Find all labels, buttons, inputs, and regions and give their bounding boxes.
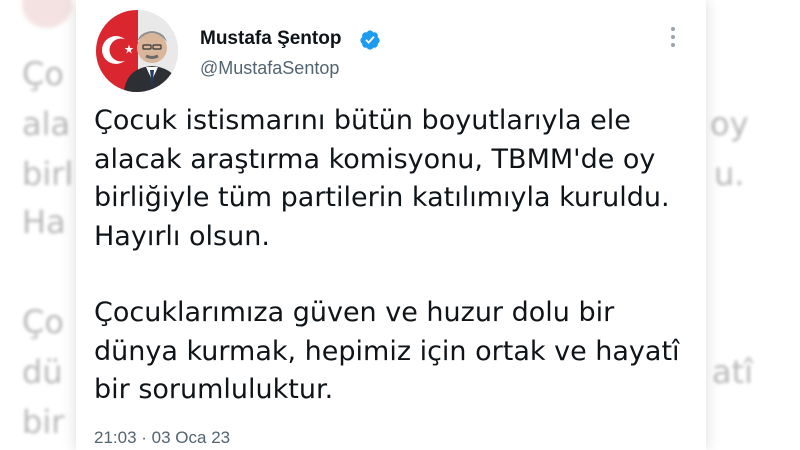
background-text: oy (710, 105, 749, 143)
tweet-paragraph: Çocuklarımıza güven ve huzur dolu bir dü… (94, 297, 680, 405)
tweet-text: Çocuk istismarını bütün boyutlarıyla ele… (94, 102, 694, 410)
author-avatar[interactable] (96, 10, 178, 92)
verified-badge-icon (360, 30, 380, 50)
background-text: ala (22, 105, 71, 143)
author-name[interactable]: Mustafa Şentop (200, 28, 341, 50)
timestamp-separator: · (136, 428, 152, 447)
tweet-timestamp[interactable]: 21:03 · 03 Oca 23 (94, 428, 230, 448)
background-text: dü (22, 353, 63, 391)
avatar-image (96, 10, 178, 92)
tweet-paragraph: Çocuk istismarını bütün boyutlarıyla ele… (94, 105, 670, 252)
tweet-time: 21:03 (94, 428, 137, 447)
background-text: Ço (22, 303, 64, 341)
background-text: Ço (22, 55, 64, 93)
author-handle[interactable]: @MustafaSentop (200, 58, 339, 79)
tweet-date: 03 Oca 23 (151, 428, 231, 447)
background-text: birl (22, 155, 74, 193)
background-text: bir (22, 403, 65, 441)
background-text: u. (714, 155, 745, 193)
tweet-card[interactable]: Mustafa Şentop @MustafaSentop Çocuk isti… (76, 0, 706, 450)
background-text: Ha (22, 203, 66, 241)
background-avatar (22, 0, 72, 28)
background-text: atî (712, 353, 754, 391)
more-options-icon[interactable] (664, 24, 682, 50)
